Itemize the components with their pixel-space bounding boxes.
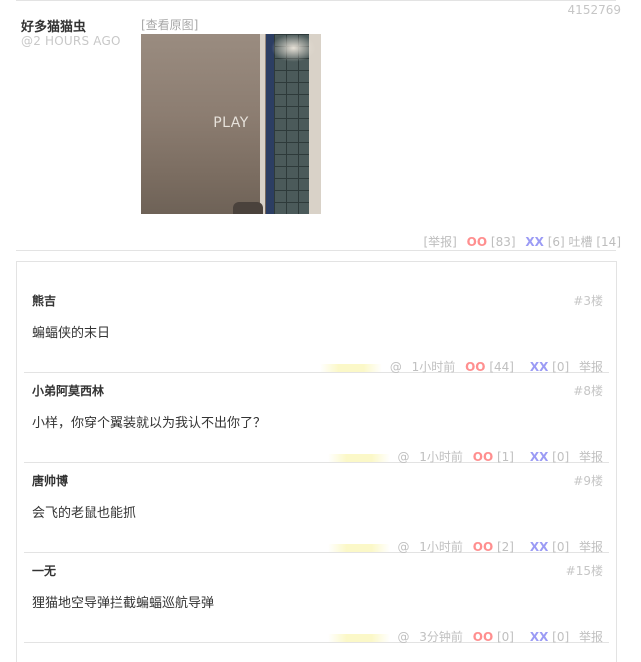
post-author[interactable]: 好多猫猫虫 bbox=[21, 16, 86, 35]
comment-floor: #8楼 bbox=[573, 384, 603, 398]
view-original-link[interactable]: [查看原图] bbox=[141, 16, 198, 33]
xx-count: [6] bbox=[547, 235, 565, 249]
oo-count: [0] bbox=[496, 630, 514, 644]
comment-floor: #9楼 bbox=[573, 474, 603, 488]
comment-floor: #15楼 bbox=[565, 564, 603, 578]
post-time: @2 HOURS AGO bbox=[21, 34, 121, 48]
xx-count: [0] bbox=[552, 630, 570, 644]
comment-text: 小样，你穿个翼装就以为我认不出你了？ bbox=[32, 416, 267, 431]
oo-label: OO bbox=[466, 235, 488, 249]
comment-text: 狸猫地空导弹拦截蝙蝠巡航导弹 bbox=[32, 596, 215, 611]
xx-vote-button[interactable]: XX [6] bbox=[525, 235, 564, 249]
video-frame-detail bbox=[271, 34, 316, 62]
section-divider bbox=[16, 250, 616, 251]
comment-item: 一无 #15楼 狸猫地空导弹拦截蝙蝠巡航导弹 @ 3分钟前 OO [0] XX … bbox=[24, 552, 609, 645]
top-divider bbox=[16, 0, 616, 1]
comments-link[interactable]: 吐槽 [14] bbox=[569, 235, 621, 249]
oo-vote-button[interactable]: OO [0] bbox=[473, 630, 514, 644]
comment-item: 小弟阿莫西林 #8楼 小样，你穿个翼装就以为我认不出你了？ @ 1小时前 OO … bbox=[24, 372, 609, 464]
highlight-bar bbox=[327, 543, 390, 552]
comment-author[interactable]: 一无 bbox=[32, 562, 56, 579]
comments-panel: 熊吉 #3楼 蝙蝠侠的末日 @ 1小时前 OO [44] XX [0] 举报 小… bbox=[16, 261, 617, 662]
comment-author[interactable]: 熊吉 bbox=[32, 292, 56, 309]
comment-text: 会飞的老鼠也能抓 bbox=[32, 506, 137, 521]
oo-vote-button[interactable]: OO [83] bbox=[467, 235, 516, 249]
comment-at: @ bbox=[397, 630, 410, 644]
oo-label: OO bbox=[472, 630, 494, 644]
comment-text: 蝙蝠侠的末日 bbox=[32, 326, 111, 341]
comment-author[interactable]: 唐帅博 bbox=[32, 472, 68, 489]
post-id: 4152769 bbox=[567, 3, 621, 17]
comment-floor: #3楼 bbox=[573, 294, 603, 308]
post-actions: [举报] OO [83] XX [6] 吐槽 [14] bbox=[417, 233, 621, 250]
highlight-bar bbox=[327, 453, 390, 462]
comment-time: 3分钟前 bbox=[419, 630, 463, 644]
xx-label: XX bbox=[525, 235, 544, 249]
comment-author[interactable]: 小弟阿莫西林 bbox=[32, 382, 104, 399]
xx-vote-button[interactable]: XX [0] bbox=[530, 630, 569, 644]
comment-item: 唐帅博 #9楼 会飞的老鼠也能抓 @ 1小时前 OO [2] XX [0] 举报 bbox=[24, 462, 609, 554]
report-link[interactable]: [举报] bbox=[423, 235, 456, 249]
comment-meta: @ 3分钟前 OO [0] XX [0] 举报 bbox=[327, 628, 603, 645]
comment-item: 熊吉 #3楼 蝙蝠侠的末日 @ 1小时前 OO [44] XX [0] 举报 bbox=[24, 282, 609, 374]
highlight-bar bbox=[327, 633, 390, 642]
report-link[interactable]: 举报 bbox=[579, 630, 603, 644]
video-frame-detail bbox=[233, 202, 263, 214]
highlight-bar bbox=[319, 363, 382, 372]
xx-label: XX bbox=[529, 630, 549, 644]
video-thumbnail[interactable]: PLAY bbox=[141, 34, 321, 214]
play-button[interactable]: PLAY bbox=[141, 115, 321, 131]
oo-count: [83] bbox=[490, 235, 516, 249]
